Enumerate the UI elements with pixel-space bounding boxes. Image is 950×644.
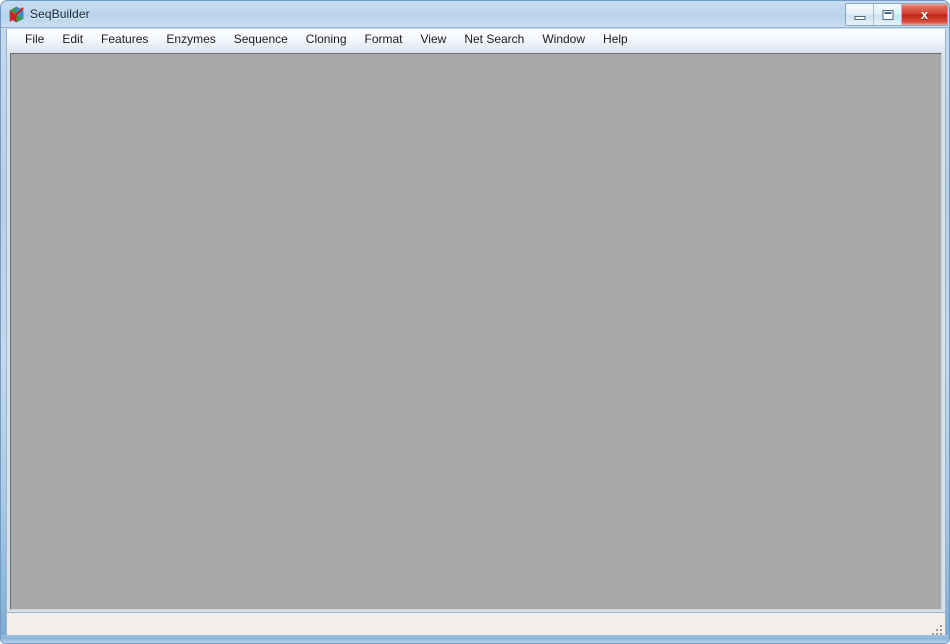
menu-item-help[interactable]: Help (594, 30, 637, 50)
mdi-client-frame (6, 51, 946, 612)
menu-item-enzymes[interactable]: Enzymes (157, 30, 224, 50)
maximize-button[interactable] (874, 4, 902, 25)
menu-item-format[interactable]: Format (356, 30, 412, 50)
status-bar (6, 612, 946, 637)
mdi-client-area[interactable] (10, 53, 942, 610)
maximize-icon (882, 10, 893, 20)
menu-item-sequence[interactable]: Sequence (225, 30, 297, 50)
title-bar[interactable]: SeqBuilder x (1, 1, 950, 28)
minimize-button[interactable] (846, 4, 874, 25)
menu-item-view[interactable]: View (412, 30, 456, 50)
menu-item-cloning[interactable]: Cloning (297, 30, 356, 50)
caption-button-group: x (845, 3, 948, 26)
menu-bar: File Edit Features Enzymes Sequence Clon… (6, 29, 946, 51)
window-title: SeqBuilder (30, 6, 90, 22)
close-icon: x (902, 4, 947, 25)
application-window: SeqBuilder x File Edit Features Enzymes … (0, 0, 950, 644)
window-frame-bottom (1, 635, 950, 643)
menu-item-file[interactable]: File (16, 30, 53, 50)
seqbuilder-app-icon[interactable] (8, 6, 25, 23)
close-button[interactable]: x (902, 4, 947, 25)
menu-item-features[interactable]: Features (92, 30, 157, 50)
menu-item-window[interactable]: Window (533, 30, 594, 50)
menu-item-edit[interactable]: Edit (53, 30, 92, 50)
minimize-icon (854, 16, 865, 20)
resize-grip[interactable] (930, 623, 942, 635)
menu-item-net-search[interactable]: Net Search (455, 30, 533, 50)
